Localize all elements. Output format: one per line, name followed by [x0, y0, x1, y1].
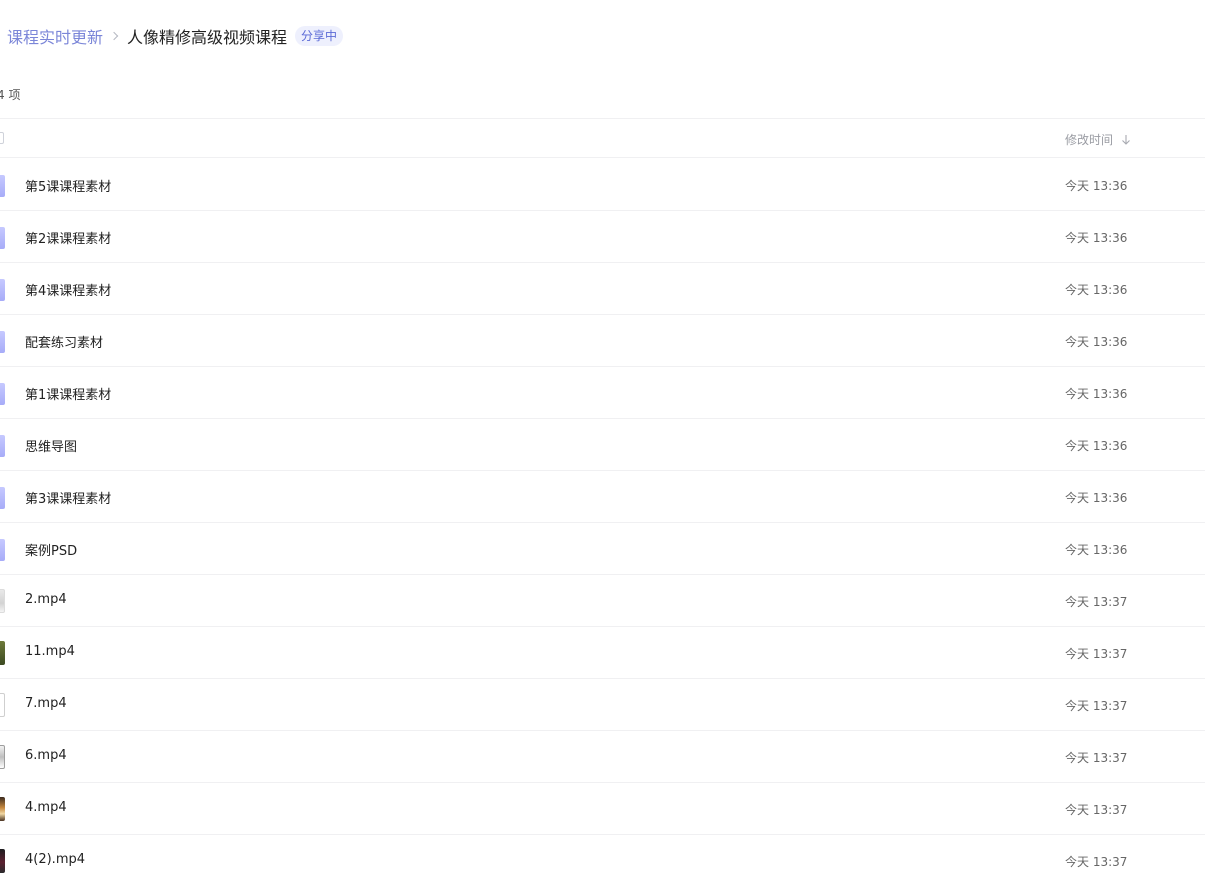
list-item[interactable]: 7.mp4 今天 13:37: [0, 679, 1205, 731]
file-name: 第4课课程素材: [25, 284, 112, 299]
file-name: 2.mp4: [25, 592, 67, 607]
breadcrumb-current-folder: 人像精修高级视频课程: [127, 28, 288, 47]
modified-time: 今天 13:37: [1065, 699, 1128, 713]
file-name: 第5课课程素材: [25, 180, 112, 195]
modified-time: 今天 13:37: [1065, 595, 1128, 609]
list-item[interactable]: 第3课课程素材 今天 13:36: [0, 471, 1205, 523]
file-name: 6.mp4: [25, 748, 67, 763]
list-item[interactable]: 11.mp4 今天 13:37: [0, 627, 1205, 679]
list-item[interactable]: 第1课课程素材 今天 13:36: [0, 367, 1205, 419]
list-header: 修改时间: [0, 118, 1205, 158]
file-name: 思维导图: [25, 440, 78, 455]
file-name: 配套练习素材: [25, 336, 104, 351]
modified-time: 今天 13:37: [1065, 647, 1128, 661]
folder-icon: [0, 539, 5, 561]
folder-icon: [0, 487, 5, 509]
folder-icon: [0, 383, 5, 405]
file-name: 第2课课程素材: [25, 232, 112, 247]
modified-time: 今天 13:36: [1065, 335, 1128, 349]
folder-icon: [0, 227, 5, 249]
list-item[interactable]: 第5课课程素材 今天 13:36: [0, 159, 1205, 211]
file-name: 4(2).mp4: [25, 852, 86, 867]
file-list: 第5课课程素材 今天 13:36 第2课课程素材 今天 13:36 第4课课程素…: [0, 159, 1205, 880]
list-item[interactable]: 6.mp4 今天 13:37: [0, 731, 1205, 783]
file-name: 11.mp4: [25, 644, 75, 659]
item-count: 4 项: [0, 88, 21, 102]
file-name: 第3课课程素材: [25, 492, 112, 507]
video-thumbnail-icon: [0, 589, 5, 613]
folder-icon: [0, 435, 5, 457]
modified-time: 今天 13:36: [1065, 439, 1128, 453]
modified-time: 今天 13:36: [1065, 491, 1128, 505]
modified-time: 今天 13:36: [1065, 283, 1128, 297]
modified-time: 今天 13:36: [1065, 387, 1128, 401]
list-item[interactable]: 第4课课程素材 今天 13:36: [0, 263, 1205, 315]
file-name: 第1课课程素材: [25, 388, 112, 403]
chevron-right-icon: [109, 31, 119, 41]
folder-icon: [0, 175, 5, 197]
sort-by-modified-time[interactable]: 修改时间: [1065, 131, 1131, 148]
list-item[interactable]: 配套练习素材 今天 13:36: [0, 315, 1205, 367]
modified-time: 今天 13:36: [1065, 179, 1128, 193]
file-name: 案例PSD: [25, 544, 78, 559]
breadcrumb: 课程实时更新 人像精修高级视频课程 分享中: [7, 24, 344, 48]
file-browser-page: 课程实时更新 人像精修高级视频课程 分享中 4 项 修改时间 第5课课程素材 今…: [0, 0, 1205, 880]
list-item[interactable]: 第2课课程素材 今天 13:36: [0, 211, 1205, 263]
list-item[interactable]: 案例PSD 今天 13:36: [0, 523, 1205, 575]
modified-time: 今天 13:36: [1065, 231, 1128, 245]
sharing-status-badge: 分享中: [295, 26, 344, 46]
file-name: 7.mp4: [25, 696, 67, 711]
video-thumbnail-icon: [0, 797, 5, 821]
modified-time: 今天 13:37: [1065, 855, 1128, 869]
modified-time-label: 修改时间: [1065, 133, 1114, 147]
breadcrumb-parent-link[interactable]: 课程实时更新: [7, 24, 103, 48]
video-thumbnail-icon: [0, 693, 5, 717]
file-name: 4.mp4: [25, 800, 67, 815]
video-thumbnail-icon: [0, 641, 5, 665]
list-item[interactable]: 4.mp4 今天 13:37: [0, 783, 1205, 835]
folder-icon: [0, 279, 5, 301]
modified-time: 今天 13:37: [1065, 751, 1128, 765]
modified-time: 今天 13:36: [1065, 543, 1128, 557]
folder-icon: [0, 331, 5, 353]
video-thumbnail-icon: [0, 745, 5, 769]
list-item[interactable]: 思维导图 今天 13:36: [0, 419, 1205, 471]
select-all-checkbox[interactable]: [0, 132, 4, 144]
video-thumbnail-icon: [0, 849, 5, 873]
modified-time: 今天 13:37: [1065, 803, 1128, 817]
list-item[interactable]: 4(2).mp4 今天 13:37: [0, 835, 1205, 880]
list-item[interactable]: 2.mp4 今天 13:37: [0, 575, 1205, 627]
arrow-down-icon: [1122, 134, 1130, 145]
